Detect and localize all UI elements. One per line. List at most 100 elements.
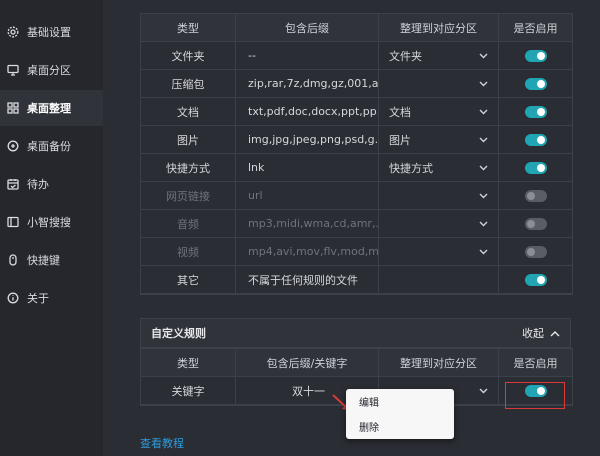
rule-type: 其它 — [141, 266, 236, 294]
sidebar-item-label: 桌面分区 — [27, 64, 71, 77]
gear-icon — [7, 26, 19, 38]
rule-suffix: img,jpg,jpeg,png,psd,g... — [236, 126, 379, 154]
table-header: 类型 包含后缀 整理到对应分区 是否启用 — [141, 14, 572, 42]
table-row: 其它 不属于任何规则的文件 — [141, 266, 572, 294]
chevron-down-icon — [479, 249, 488, 255]
table-row: 压缩包 zip,rar,7z,dmg,gz,001,a... — [141, 70, 572, 98]
rule-type: 音频 — [141, 210, 236, 238]
enable-toggle-cell — [499, 210, 572, 238]
chevron-up-icon — [550, 330, 560, 336]
sidebar-item-label: 快捷键 — [27, 254, 60, 267]
tutorial-link[interactable]: 查看教程 — [140, 435, 184, 451]
partition-select[interactable]: 图片 — [379, 126, 499, 154]
header-keyword: 包含后缀/关键字 — [236, 349, 379, 377]
rule-type: 关键字 — [141, 377, 236, 405]
enable-toggle[interactable] — [524, 133, 547, 146]
table-row: 文件夹 -- 文件夹 — [141, 42, 572, 70]
rules-table: 类型 包含后缀 整理到对应分区 是否启用 文件夹 -- 文件夹 压缩包 zip,rar,… — [140, 13, 573, 295]
partition-value: 图片 — [389, 133, 411, 147]
enable-toggle[interactable] — [524, 273, 547, 286]
calendar-icon — [7, 178, 19, 190]
header-type: 类型 — [141, 349, 236, 377]
partition-value: 快捷方式 — [389, 161, 433, 175]
rule-type: 图片 — [141, 126, 236, 154]
table-header: 类型 包含后缀/关键字 整理到对应分区 是否启用 — [141, 349, 572, 377]
sidebar-item-label: 待办 — [27, 178, 49, 191]
collapse-button[interactable]: 收起 — [522, 325, 560, 341]
enable-toggle-cell — [499, 42, 572, 70]
chevron-down-icon — [479, 137, 488, 143]
table-row: 文档 txt,pdf,doc,docx,ppt,pp... 文档 — [141, 98, 572, 126]
rule-suffix: 不属于任何规则的文件 — [236, 266, 379, 294]
enable-toggle[interactable] — [524, 161, 547, 174]
header-enabled: 是否启用 — [499, 14, 572, 42]
partition-select[interactable]: 快捷方式 — [379, 154, 499, 182]
rule-type: 快捷方式 — [141, 154, 236, 182]
chevron-down-icon — [479, 53, 488, 59]
chevron-down-icon — [479, 193, 488, 199]
partition-select[interactable]: 文档 — [379, 98, 499, 126]
rule-type: 压缩包 — [141, 70, 236, 98]
sidebar-item-desktop-backup[interactable]: 桌面备份 — [0, 128, 103, 164]
sidebar-item-desktop-partition[interactable]: 桌面分区 — [0, 52, 103, 88]
enable-toggle[interactable] — [524, 189, 547, 202]
sidebar-item-label: 基础设置 — [27, 26, 71, 39]
rule-type: 网页链接 — [141, 182, 236, 210]
context-menu: 编辑 删除 — [346, 389, 454, 439]
monitor-icon — [7, 64, 19, 76]
menu-item-edit[interactable]: 编辑 — [346, 389, 454, 414]
enable-toggle[interactable] — [524, 245, 547, 258]
rule-suffix: lnk — [236, 154, 379, 182]
enable-toggle-cell — [499, 238, 572, 266]
chevron-down-icon — [479, 165, 488, 171]
partition-cell — [379, 266, 499, 294]
table-row: 图片 img,jpg,jpeg,png,psd,g... 图片 — [141, 126, 572, 154]
header-type: 类型 — [141, 14, 236, 42]
sidebar-item-basic-settings[interactable]: 基础设置 — [0, 14, 103, 50]
rule-type: 视频 — [141, 238, 236, 266]
partition-select[interactable] — [379, 238, 499, 266]
enable-toggle-cell — [499, 266, 572, 294]
header-partition: 整理到对应分区 — [379, 349, 499, 377]
rule-type: 文件夹 — [141, 42, 236, 70]
enable-toggle-cell — [499, 154, 572, 182]
table-row: 快捷方式 lnk 快捷方式 — [141, 154, 572, 182]
enable-toggle[interactable] — [524, 49, 547, 62]
partition-select[interactable]: 文件夹 — [379, 42, 499, 70]
sidebar-item-desktop-organize[interactable]: 桌面整理 — [0, 90, 103, 126]
info-icon — [7, 292, 19, 304]
sidebar-item-label: 桌面整理 — [27, 102, 71, 115]
collapse-label: 收起 — [522, 327, 544, 340]
sidebar-item-hotkeys[interactable]: 快捷键 — [0, 242, 103, 278]
enable-toggle-cell — [499, 126, 572, 154]
partition-select[interactable] — [379, 70, 499, 98]
table-row: 视频 mp4,avi,mov,flv,mod,m... — [141, 238, 572, 266]
rules-table-body: 文件夹 -- 文件夹 压缩包 zip,rar,7z,dmg,gz,001,a... 文档 t… — [141, 42, 572, 294]
enable-toggle-cell — [499, 70, 572, 98]
partition-select[interactable] — [379, 210, 499, 238]
sidebar-item-about[interactable]: 关于 — [0, 280, 103, 316]
rule-type: 文档 — [141, 98, 236, 126]
menu-item-delete[interactable]: 删除 — [346, 414, 454, 439]
sidebar: 基础设置 桌面分区 桌面整理 桌面备份 待办 小智搜搜 快捷键 关于 — [0, 0, 103, 456]
mouse-icon — [7, 254, 19, 266]
chevron-down-icon — [479, 388, 488, 394]
rule-suffix: url — [236, 182, 379, 210]
grid-icon — [7, 102, 19, 114]
keyword-value: 双十一 — [292, 384, 325, 398]
enable-toggle[interactable] — [524, 217, 547, 230]
partition-value: 文件夹 — [389, 49, 422, 63]
enable-toggle-cell — [499, 98, 572, 126]
enable-toggle[interactable] — [524, 77, 547, 90]
sidebar-item-label: 小智搜搜 — [27, 216, 71, 229]
rule-suffix: txt,pdf,doc,docx,ppt,pp... — [236, 98, 379, 126]
header-enabled: 是否启用 — [499, 349, 572, 377]
rule-suffix: -- — [236, 42, 379, 70]
partition-value: 文档 — [389, 105, 411, 119]
chevron-down-icon — [479, 109, 488, 115]
header-partition: 整理到对应分区 — [379, 14, 499, 42]
partition-select[interactable] — [379, 182, 499, 210]
enable-toggle[interactable] — [524, 105, 547, 118]
sidebar-item-todo[interactable]: 待办 — [0, 166, 103, 202]
sidebar-item-xiaozhi-search[interactable]: 小智搜搜 — [0, 204, 103, 240]
